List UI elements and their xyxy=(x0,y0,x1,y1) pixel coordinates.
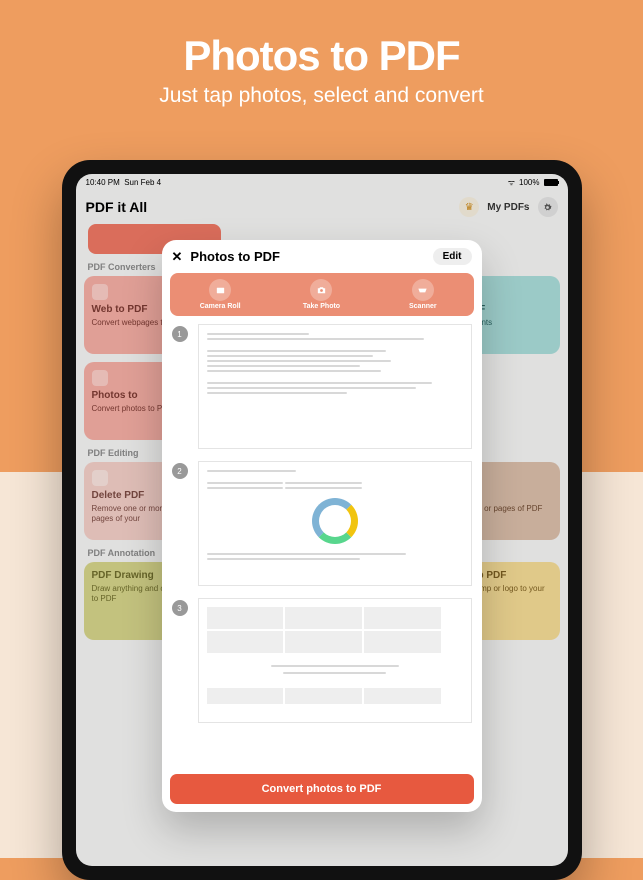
convert-button[interactable]: Convert photos to PDF xyxy=(170,774,474,804)
hero-title: Photos to PDF xyxy=(20,32,623,80)
hero-subtitle: Just tap photos, select and convert xyxy=(20,84,623,108)
page-number: 3 xyxy=(172,600,188,616)
tab-take-photo[interactable]: Take Photo xyxy=(271,279,372,310)
tab-label: Take Photo xyxy=(271,303,372,310)
page-number: 2 xyxy=(172,463,188,479)
tab-camera-roll[interactable]: Camera Roll xyxy=(170,279,271,310)
page-thumbnail[interactable] xyxy=(198,461,472,586)
page-row[interactable]: 3 xyxy=(172,598,472,723)
page-thumbnail[interactable] xyxy=(198,324,472,449)
tab-label: Camera Roll xyxy=(170,303,271,310)
scanner-icon xyxy=(412,279,434,301)
camera-roll-icon xyxy=(209,279,231,301)
page-row[interactable]: 1 xyxy=(172,324,472,449)
tab-scanner[interactable]: Scanner xyxy=(372,279,473,310)
modal-body[interactable]: 1 2 xyxy=(162,316,482,766)
tab-label: Scanner xyxy=(372,303,473,310)
screen: 10:40 PM Sun Feb 4 ᯤ 100% PDF it All ♛ M… xyxy=(76,174,568,866)
close-button[interactable]: ✕ xyxy=(172,249,183,265)
edit-button[interactable]: Edit xyxy=(433,248,472,265)
tablet-frame: 10:40 PM Sun Feb 4 ᯤ 100% PDF it All ♛ M… xyxy=(62,160,582,880)
page-number: 1 xyxy=(172,326,188,342)
hero: Photos to PDF Just tap photos, select an… xyxy=(0,0,643,132)
donut-chart-icon xyxy=(312,498,358,544)
photos-modal: ✕ Photos to PDF Edit Camera Roll Take Ph… xyxy=(162,240,482,812)
camera-icon xyxy=(310,279,332,301)
modal-title: Photos to PDF xyxy=(190,249,424,264)
page-row[interactable]: 2 xyxy=(172,461,472,586)
modal-toolbar: Camera Roll Take Photo Scanner xyxy=(170,273,474,316)
page-thumbnail[interactable] xyxy=(198,598,472,723)
